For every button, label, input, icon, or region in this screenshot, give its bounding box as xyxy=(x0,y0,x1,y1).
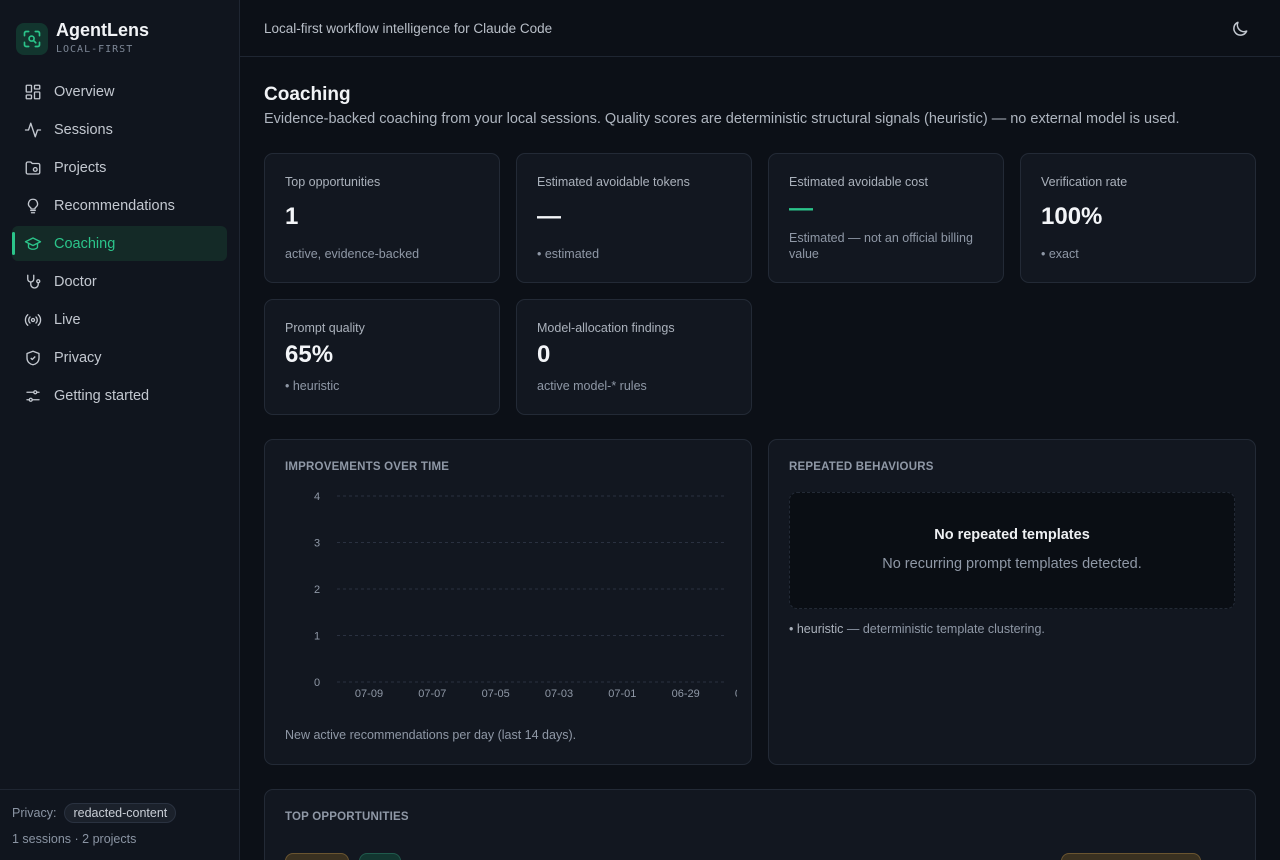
repeated-heading: REPEATED BEHAVIOURS xyxy=(789,461,934,473)
improvements-card: IMPROVEMENTS OVER TIME 4 3 2 1 0 07-09 07-07 07… xyxy=(264,439,752,765)
repeated-note-text: — deterministic template clustering. xyxy=(843,622,1045,636)
nav-item-live[interactable]: Live xyxy=(12,302,227,337)
y-tick-label: 0 xyxy=(314,677,320,689)
main-nav: Overview Sessions Projects Recommendatio… xyxy=(12,74,227,416)
x-tick-label: 06-29 xyxy=(672,688,700,700)
privacy-label: Privacy: xyxy=(12,806,57,820)
stat-label: Verification rate xyxy=(1041,175,1128,189)
activity-icon xyxy=(24,122,42,137)
brand[interactable]: AgentLens LOCAL-FIRST xyxy=(16,20,149,55)
nav-item-doctor[interactable]: Doctor xyxy=(12,264,227,299)
x-tick-label: 07-01 xyxy=(608,688,636,700)
nav-item-overview[interactable]: Overview xyxy=(12,74,227,109)
heuristic-badge: • heuristic xyxy=(789,622,844,636)
stat-value: 65% xyxy=(285,341,334,368)
x-tick-label: 07-03 xyxy=(545,688,573,700)
app-subtitle: LOCAL-FIRST xyxy=(56,44,134,55)
stat-card-top-opportunities: Top opportunities 1 active, evidence-bac… xyxy=(264,153,500,283)
stat-value: 0 xyxy=(537,341,551,368)
sliders-icon xyxy=(26,389,40,402)
sidebar: AgentLens LOCAL-FIRST Overview Sessions … xyxy=(0,0,240,860)
folder-icon xyxy=(25,160,41,175)
x-tick-label: 07-07 xyxy=(418,688,446,700)
category-pill xyxy=(359,853,401,860)
theme-toggle-button[interactable] xyxy=(1230,19,1250,39)
stat-label: Estimated avoidable tokens xyxy=(537,175,690,189)
repeated-behaviours-card: REPEATED BEHAVIOURS No repeated template… xyxy=(768,439,1256,765)
stat-sub: • heuristic xyxy=(285,379,340,393)
nav-label: Recommendations xyxy=(54,197,175,214)
severity-pill xyxy=(285,853,349,860)
stat-card-avoidable-cost: Estimated avoidable cost — Estimated — n… xyxy=(768,153,1004,283)
stat-sub: • estimated xyxy=(537,247,600,261)
app-name: AgentLens xyxy=(56,20,150,40)
topbar: Local-first workflow intelligence for Cl… xyxy=(240,0,1280,57)
moon-icon xyxy=(1233,21,1248,36)
stat-sub: • exact xyxy=(1041,247,1079,261)
stat-value: — xyxy=(789,195,813,222)
stat-label: Estimated avoidable cost xyxy=(789,175,928,189)
stat-value: 100% xyxy=(1041,203,1103,230)
graduation-cap-icon xyxy=(24,236,42,250)
nav-label: Live xyxy=(54,311,81,328)
shield-icon xyxy=(26,350,40,365)
empty-state-description: No recurring prompt templates detected. xyxy=(882,556,1142,572)
y-tick-label: 4 xyxy=(314,491,320,503)
topbar-tagline: Local-first workflow intelligence for Cl… xyxy=(264,20,553,36)
lightbulb-icon xyxy=(27,198,39,213)
privacy-mode-badge[interactable]: redacted-content xyxy=(64,803,177,823)
nav-label: Doctor xyxy=(54,273,97,290)
stat-label: Model-allocation findings xyxy=(537,321,675,335)
x-tick-label: 07-05 xyxy=(482,688,510,700)
stat-card-prompt-quality: Prompt quality 65% • heuristic xyxy=(264,299,500,415)
stat-card-verification-rate: Verification rate 100% • exact xyxy=(1020,153,1256,283)
stat-value: — xyxy=(537,203,561,230)
nav-label: Privacy xyxy=(54,349,102,366)
improvements-note: New active recommendations per day (last… xyxy=(285,728,577,742)
radio-icon xyxy=(24,313,42,326)
y-tick-label: 3 xyxy=(314,538,320,550)
top-opportunities-heading: TOP OPPORTUNITIES xyxy=(285,811,409,823)
empty-state: No repeated templates No recurring promp… xyxy=(789,492,1235,609)
stat-sub: active, evidence-backed xyxy=(285,247,420,261)
repeated-note: • heuristic — deterministic template clu… xyxy=(789,622,1045,636)
nav-label: Getting started xyxy=(54,387,150,404)
sidebar-footer: Privacy: redacted-content 1 sessions · 2… xyxy=(0,789,239,860)
nav-label: Overview xyxy=(54,83,115,100)
nav-item-coaching[interactable]: Coaching xyxy=(12,226,227,261)
improvements-heading: IMPROVEMENTS OVER TIME xyxy=(285,461,450,473)
nav-label: Coaching xyxy=(54,235,116,252)
y-tick-label: 1 xyxy=(314,631,320,643)
nav-item-sessions[interactable]: Sessions xyxy=(12,112,227,147)
stethoscope-icon xyxy=(27,274,41,289)
stat-card-avoidable-tokens: Estimated avoidable tokens — • estimated xyxy=(516,153,752,283)
top-opportunities-card: TOP OPPORTUNITIES xyxy=(264,789,1256,860)
nav-label: Sessions xyxy=(54,121,113,138)
empty-state-title: No repeated templates xyxy=(934,527,1090,543)
stat-value: 1 xyxy=(285,203,299,230)
y-tick-label: 2 xyxy=(314,584,320,596)
action-pill xyxy=(1061,853,1201,860)
stat-card-model-allocation: Model-allocation findings 0 active model… xyxy=(516,299,752,415)
scan-logo-icon xyxy=(16,23,48,55)
page-description: Evidence-backed coaching from your local… xyxy=(264,111,1180,127)
stat-label: Prompt quality xyxy=(285,321,365,335)
page-title: Coaching xyxy=(264,84,351,105)
nav-label: Projects xyxy=(54,159,107,176)
sidebar-stats: 1 sessions · 2 projects xyxy=(12,832,137,846)
grid-icon xyxy=(25,84,41,99)
nav-item-privacy[interactable]: Privacy xyxy=(12,340,227,375)
nav-item-recommendations[interactable]: Recommendations xyxy=(12,188,227,223)
x-tick-label: 07-09 xyxy=(355,688,383,700)
stat-sub: active model-* rules xyxy=(537,379,647,393)
x-tick-label: 06-27 xyxy=(735,688,737,700)
nav-item-getting-started[interactable]: Getting started xyxy=(12,378,227,413)
stat-sub: Estimated — not an official billing valu… xyxy=(789,231,973,261)
improvements-chart: 4 3 2 1 0 07-09 07-07 07-05 07-03 07-01 06-29 06-27 xyxy=(314,491,737,700)
stat-label: Top opportunities xyxy=(285,175,381,189)
nav-item-projects[interactable]: Projects xyxy=(12,150,227,185)
